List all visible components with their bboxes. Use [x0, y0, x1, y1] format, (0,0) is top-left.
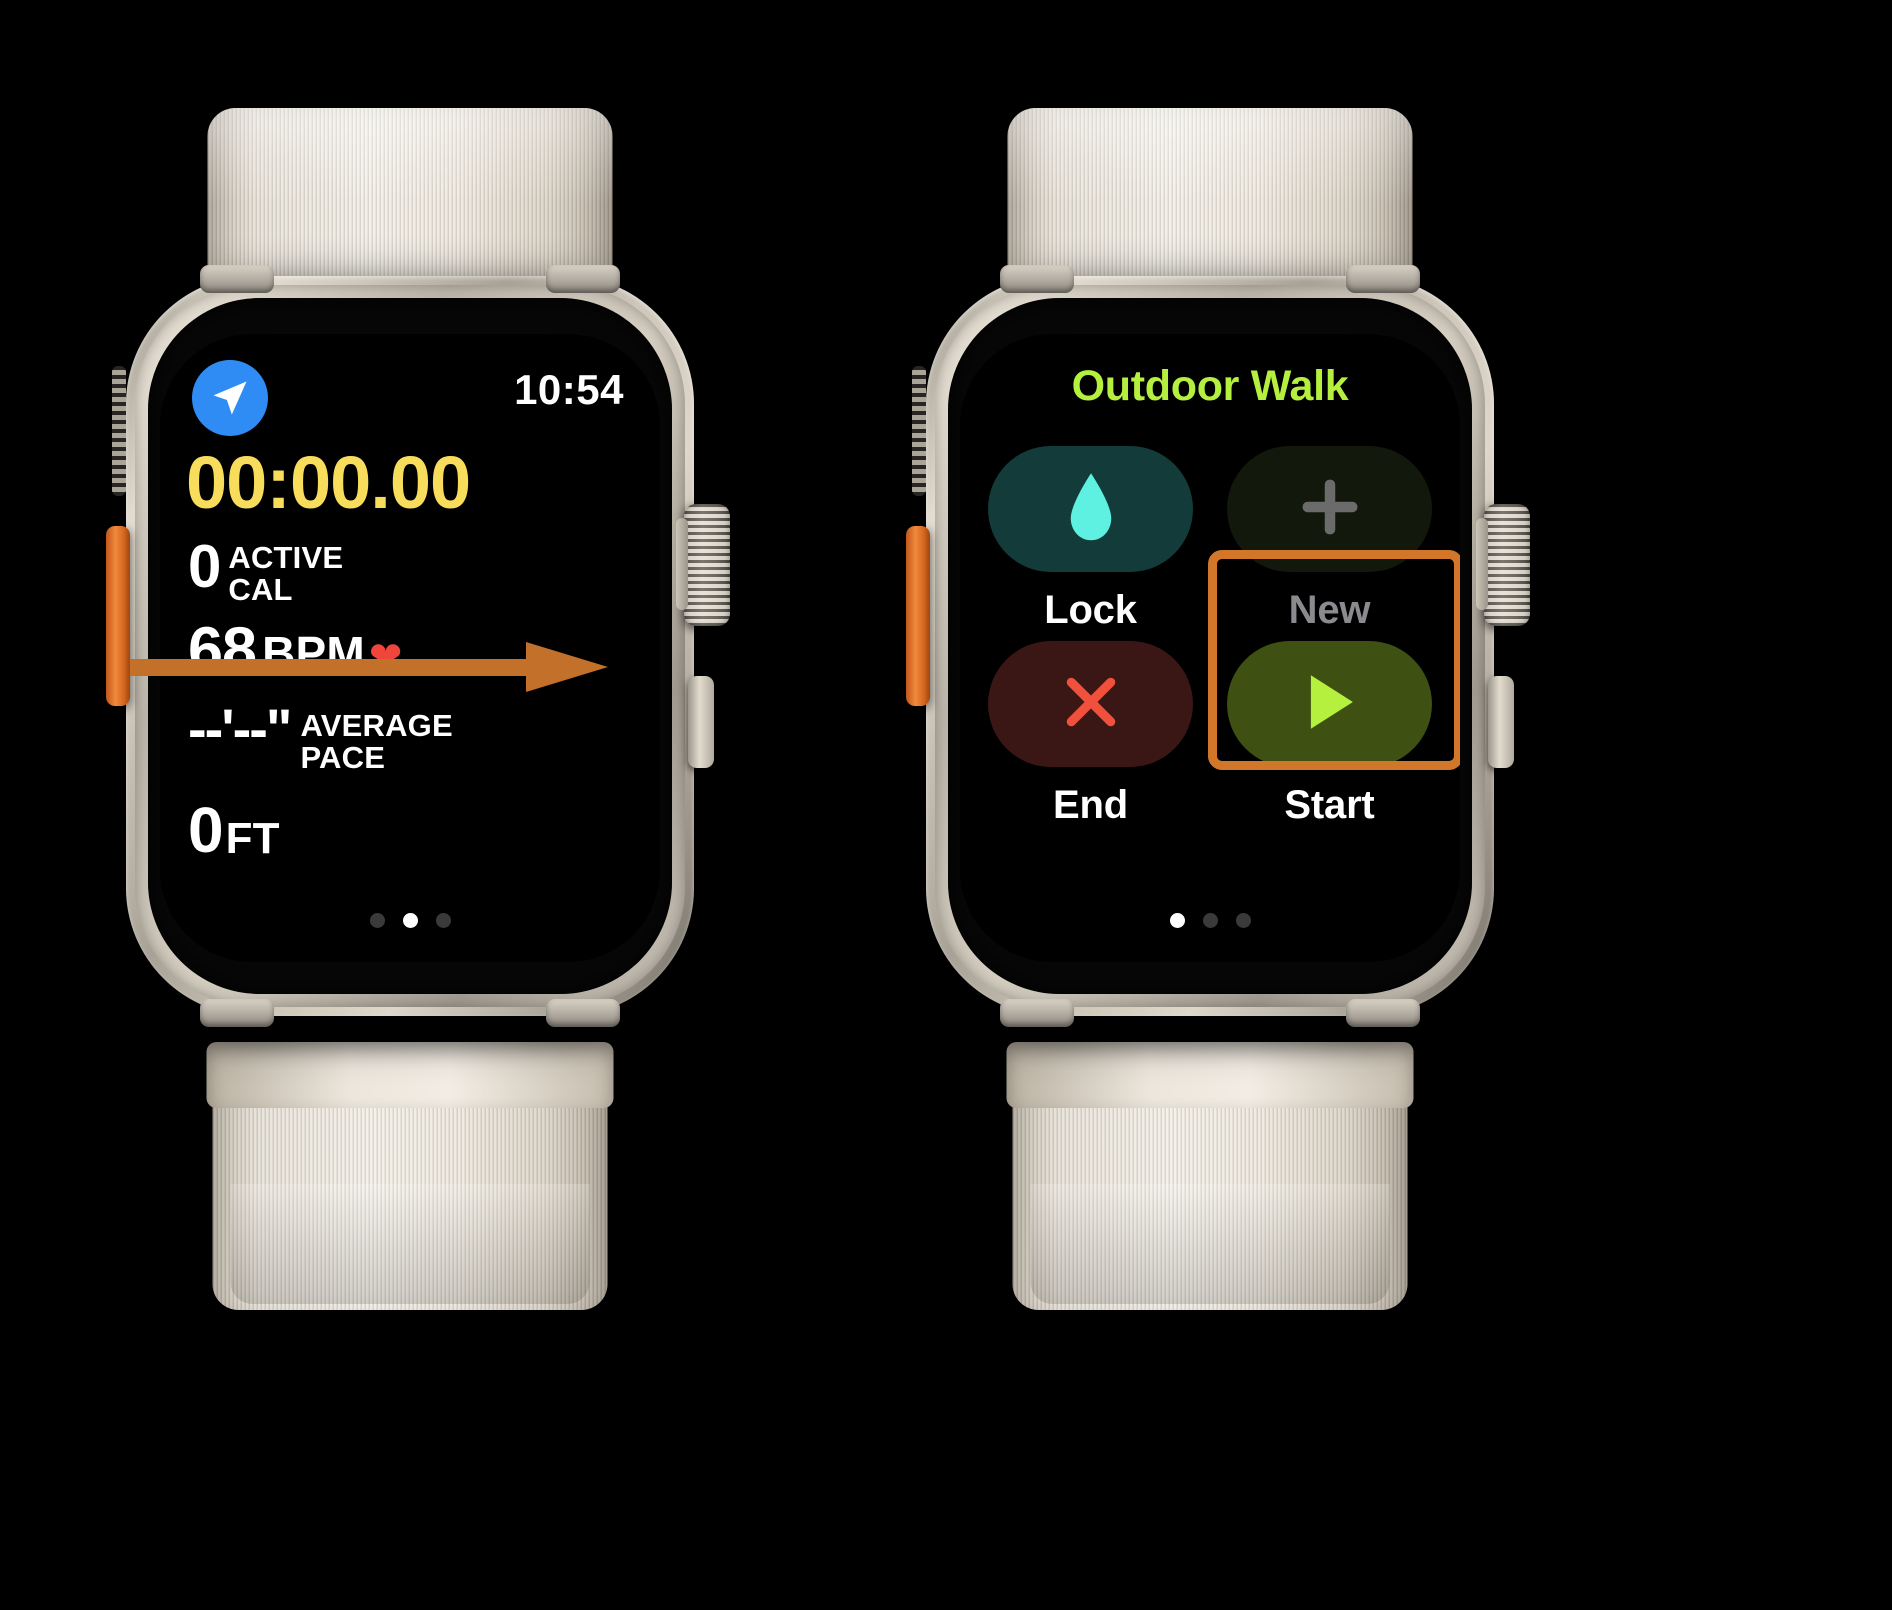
metric-value: --'--": [188, 697, 292, 760]
location-arrow-icon: [192, 360, 268, 436]
digital-crown-left[interactable]: [676, 504, 730, 626]
play-icon: [1300, 669, 1360, 740]
clock-time: 10:54: [514, 366, 624, 413]
new-button-label: New: [1288, 588, 1371, 632]
speaker-grille-right: [912, 366, 926, 496]
metric-unit-line2: CAL: [228, 572, 293, 608]
lock-button[interactable]: [988, 446, 1193, 572]
page-dot: [1202, 913, 1218, 928]
lug-bottom-left: [200, 999, 274, 1027]
lug-top-left: [200, 265, 274, 293]
workout-title: Outdoor Walk: [1071, 362, 1349, 410]
side-button-left[interactable]: [688, 676, 714, 768]
end-button[interactable]: [988, 641, 1193, 767]
left-watch: 10:54 00:00.00 0 ACTIVE CAL 68 BPM ❤ --'…: [60, 80, 760, 1310]
action-button-left[interactable]: [106, 526, 130, 706]
new-button[interactable]: [1227, 446, 1432, 572]
metric-unit: ACTIVE CAL: [228, 540, 344, 608]
control-start[interactable]: Start: [1221, 641, 1438, 828]
start-button-label: Start: [1284, 783, 1375, 827]
page-dot: [1235, 913, 1251, 928]
page-indicator-right: [960, 913, 1460, 928]
lug-bottom-left: [1000, 999, 1074, 1027]
x-icon: [1059, 670, 1123, 739]
metric-unit-line1: ACTIVE: [228, 540, 344, 575]
metric-unit: AVERAGE PACE: [300, 708, 453, 776]
page-dot-active: [1169, 913, 1185, 928]
metric-unit-line2: PACE: [300, 740, 386, 776]
metric-unit: FT: [225, 814, 280, 863]
lug-bottom-right: [546, 999, 620, 1027]
page-indicator-left: [160, 913, 660, 928]
metric-average-pace: --'--" AVERAGE PACE: [188, 697, 453, 776]
start-button[interactable]: [1227, 641, 1432, 767]
watch-band-bottom-right: [1006, 1042, 1414, 1310]
metric-value: 0: [188, 794, 224, 866]
page-dot-active: [402, 913, 418, 928]
control-end[interactable]: End: [982, 641, 1199, 828]
lock-button-label: Lock: [1044, 588, 1137, 632]
control-lock[interactable]: Lock: [982, 446, 1199, 633]
end-button-label: End: [1053, 783, 1128, 827]
lug-bottom-right: [1346, 999, 1420, 1027]
watch-case-right: Outdoor Walk Lock New End Start: [906, 265, 1530, 1027]
right-watch: Outdoor Walk Lock New End Start: [860, 80, 1560, 1310]
lug-top-right: [1346, 265, 1420, 293]
lug-top-left: [1000, 265, 1074, 293]
page-dot: [369, 913, 385, 928]
metric-unit-line1: AVERAGE: [300, 708, 453, 743]
control-new[interactable]: New: [1221, 446, 1438, 633]
lug-top-right: [546, 265, 620, 293]
water-drop-icon: [1063, 471, 1119, 548]
watch-band-bottom-left: [206, 1042, 614, 1310]
side-button-right[interactable]: [1488, 676, 1514, 768]
plus-icon: [1295, 472, 1365, 547]
action-button-right[interactable]: [906, 526, 930, 706]
workout-controls-grid: Lock New End Start: [982, 446, 1438, 828]
right-watch-screen: Outdoor Walk Lock New End Start: [960, 334, 1460, 962]
page-dot: [435, 913, 451, 928]
workout-timer: 00:00.00: [186, 441, 471, 524]
metric-value: 0: [188, 533, 221, 600]
orange-pointer-arrow: [130, 640, 610, 694]
metric-elevation: 0 FT: [188, 794, 280, 866]
screenshot-root: 10:54 00:00.00 0 ACTIVE CAL 68 BPM ❤ --'…: [0, 0, 1892, 1610]
speaker-grille-left: [112, 366, 126, 496]
status-row: 10:54: [190, 358, 630, 436]
metric-active-calories: 0 ACTIVE CAL: [188, 533, 344, 608]
digital-crown-right[interactable]: [1476, 504, 1530, 626]
